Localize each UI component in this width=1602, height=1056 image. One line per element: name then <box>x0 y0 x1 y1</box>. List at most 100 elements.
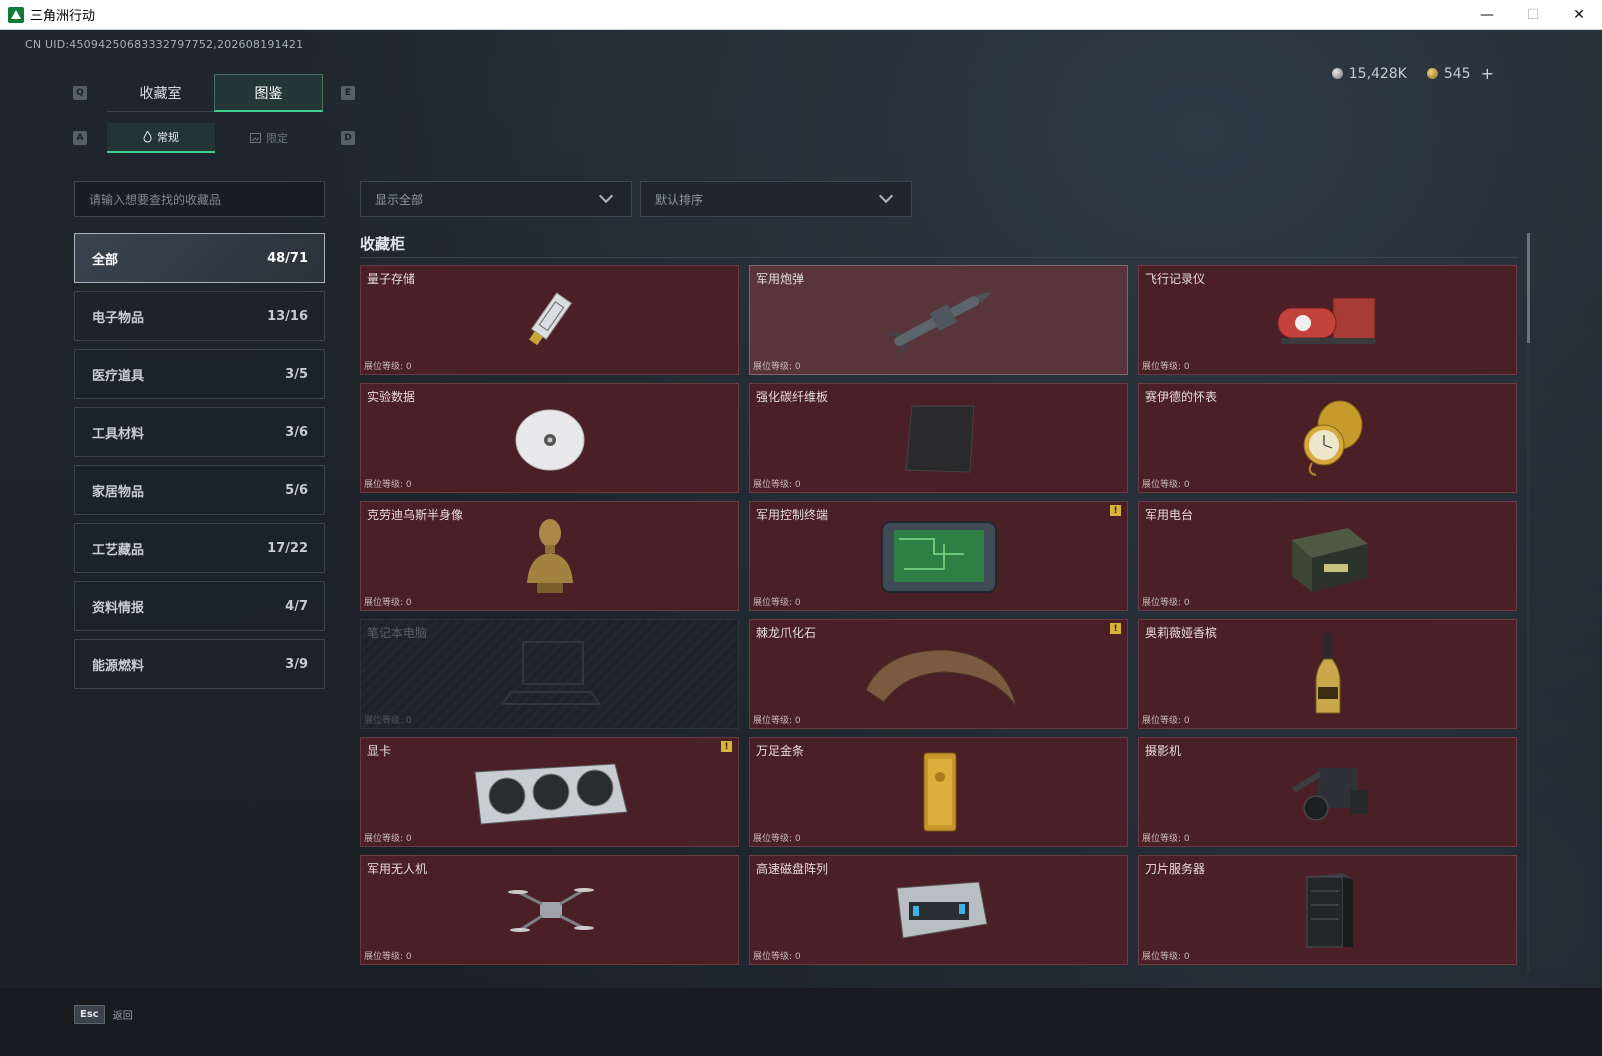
item-level: 展位等级: 0 <box>364 598 412 608</box>
filter-dropdown[interactable]: 显示全部 <box>360 181 632 217</box>
search-input[interactable]: 请输入想要查找的收藏品 <box>74 181 325 217</box>
item-card-pocket-watch[interactable]: 赛伊德的怀表 展位等级: 0 <box>1138 383 1517 493</box>
item-card-claudius-bust[interactable]: 克劳迪乌斯半身像 展位等级: 0 <box>360 501 739 611</box>
key-hint-a: A <box>73 131 87 145</box>
user-uid: CN UID:450942506833327977​52,20260819142… <box>25 38 304 51</box>
flight-recorder-icon <box>1277 297 1375 344</box>
item-card-laptop[interactable]: 笔记本电脑 展位等级: 0 <box>360 619 739 729</box>
category-electronics[interactable]: 电子物品 13/16 <box>74 291 325 341</box>
main-tabs: 收藏室 图鉴 <box>107 74 323 112</box>
tab-catalog[interactable]: 图鉴 <box>214 74 323 112</box>
item-name: 实验数据 <box>367 390 416 404</box>
silver-currency: 15,428K <box>1331 66 1407 82</box>
category-household[interactable]: 家居物品 5/6 <box>74 465 325 515</box>
app-logo-icon <box>8 6 24 23</box>
item-level: 展位等级: 0 <box>1142 362 1190 372</box>
back-button[interactable]: Esc 返回 <box>74 1005 133 1024</box>
key-hint-d: D <box>341 131 355 145</box>
chevron-down-icon <box>878 188 894 204</box>
category-label: 工艺藏品 <box>92 542 145 558</box>
category-count: 13/16 <box>267 308 308 324</box>
item-name: 强化碳纤维板 <box>756 390 829 404</box>
item-level: 展位等级: 0 <box>364 716 412 726</box>
tab-limited[interactable]: 限定 <box>215 123 323 153</box>
item-card-olivia-champagne[interactable]: 奥莉薇娅香槟 展位等级: 0 <box>1138 619 1517 729</box>
category-all[interactable]: 全部 48/71 <box>74 233 325 283</box>
minimize-button[interactable]: — <box>1464 0 1510 30</box>
item-level: 展位等级: 0 <box>364 834 412 844</box>
currency-bar: 15,428K 545 + <box>1331 64 1494 83</box>
item-level: 展位等级: 0 <box>1142 480 1190 490</box>
filter-dropdown-value: 显示全部 <box>375 192 424 207</box>
item-level: 展位等级: 0 <box>1142 834 1190 844</box>
category-crafts[interactable]: 工艺藏品 17/22 <box>74 523 325 573</box>
collection-grid: 量子存储 展位等级: 0 军用炮弹 展位等级: 0 飞行记录仪 展位等级: 0 <box>360 265 1520 983</box>
item-card-military-drone[interactable]: 军用无人机 展位等级: 0 <box>360 855 739 965</box>
item-card-military-terminal[interactable]: 军用控制终端 ! 展位等级: 0 <box>749 501 1128 611</box>
item-card-military-radio[interactable]: 军用电台 展位等级: 0 <box>1138 501 1517 611</box>
warning-badge: ! <box>1110 505 1121 516</box>
tab-collection-room[interactable]: 收藏室 <box>107 74 214 112</box>
window-controls: — ☐ ✕ <box>1464 0 1602 30</box>
item-card-blade-server[interactable]: 刀片服务器 展位等级: 0 <box>1138 855 1517 965</box>
window-titlebar: 三角洲行动 — ☐ ✕ <box>0 0 1602 30</box>
category-count: 5/6 <box>285 482 308 498</box>
item-level: 展位等级: 0 <box>364 362 412 372</box>
sort-dropdown-value: 默认排序 <box>655 192 704 207</box>
warning-badge: ! <box>721 741 732 752</box>
game-viewport: CN UID:450942506833327977​52,20260819142… <box>0 30 1602 1056</box>
silver-coin-icon <box>1331 68 1343 79</box>
item-name: 高速磁盘阵列 <box>756 862 829 876</box>
category-label: 电子物品 <box>92 310 145 326</box>
tab-normal-label: 常规 <box>157 131 179 144</box>
item-card-disk-array[interactable]: 高速磁盘阵列 展位等级: 0 <box>749 855 1128 965</box>
item-name: 军用控制终端 <box>756 508 829 522</box>
item-card-gpu[interactable]: 显卡 ! 展位等级: 0 <box>360 737 739 847</box>
add-currency-button[interactable]: + <box>1481 64 1494 83</box>
camera-icon <box>1291 768 1368 821</box>
item-name: 飞行记录仪 <box>1145 272 1206 286</box>
disc-icon <box>515 409 584 471</box>
item-level: 展位等级: 0 <box>364 480 412 490</box>
close-button[interactable]: ✕ <box>1556 0 1602 30</box>
scrollbar-track[interactable] <box>1527 233 1530 973</box>
item-card-claw-fossil[interactable]: 棘龙爪化石 ! 展位等级: 0 <box>749 619 1128 729</box>
item-name: 军用电台 <box>1145 508 1194 522</box>
item-level: 展位等级: 0 <box>753 598 801 608</box>
item-level: 展位等级: 0 <box>1142 598 1190 608</box>
category-tools[interactable]: 工具材料 3/6 <box>74 407 325 457</box>
claw-fossil-icon <box>864 649 1016 707</box>
category-count: 4/7 <box>285 598 308 614</box>
category-count: 3/6 <box>285 424 308 440</box>
item-card-gold-bar[interactable]: 万足金条 展位等级: 0 <box>749 737 1128 847</box>
item-name: 显卡 <box>367 744 392 758</box>
key-hint-e: E <box>341 86 355 100</box>
item-card-quantum-storage[interactable]: 量子存储 展位等级: 0 <box>360 265 739 375</box>
category-medical[interactable]: 医疗道具 3/5 <box>74 349 325 399</box>
item-level: 展位等级: 0 <box>753 952 801 962</box>
item-level: 展位等级: 0 <box>364 952 412 962</box>
item-level: 展位等级: 0 <box>753 362 801 372</box>
maximize-button[interactable]: ☐ <box>1510 0 1556 30</box>
item-card-flight-recorder[interactable]: 飞行记录仪 展位等级: 0 <box>1138 265 1517 375</box>
category-intel[interactable]: 资料情报 4/7 <box>74 581 325 631</box>
item-card-experiment-data[interactable]: 实验数据 展位等级: 0 <box>360 383 739 493</box>
item-card-video-camera[interactable]: 摄影机 展位等级: 0 <box>1138 737 1517 847</box>
category-count: 48/71 <box>267 250 308 266</box>
category-energy[interactable]: 能源燃料 3/9 <box>74 639 325 689</box>
sort-dropdown[interactable]: 默认排序 <box>640 181 912 217</box>
window-title: 三角洲行动 <box>30 9 96 24</box>
item-card-carbon-plate[interactable]: 强化碳纤维板 展位等级: 0 <box>749 383 1128 493</box>
scrollbar-thumb[interactable] <box>1527 233 1530 343</box>
item-name: 笔记本电脑 <box>367 626 428 640</box>
back-label: 返回 <box>112 1011 133 1022</box>
category-label: 能源燃料 <box>92 658 145 674</box>
tab-normal[interactable]: 常规 <box>107 123 215 153</box>
section-divider <box>360 257 1518 258</box>
category-label: 全部 <box>92 252 119 268</box>
item-card-military-shell[interactable]: 军用炮弹 展位等级: 0 <box>749 265 1128 375</box>
item-name: 赛伊德的怀表 <box>1145 390 1218 404</box>
esc-key-hint: Esc <box>74 1005 105 1024</box>
control-terminal-icon <box>880 521 997 593</box>
laptop-icon <box>500 641 601 705</box>
